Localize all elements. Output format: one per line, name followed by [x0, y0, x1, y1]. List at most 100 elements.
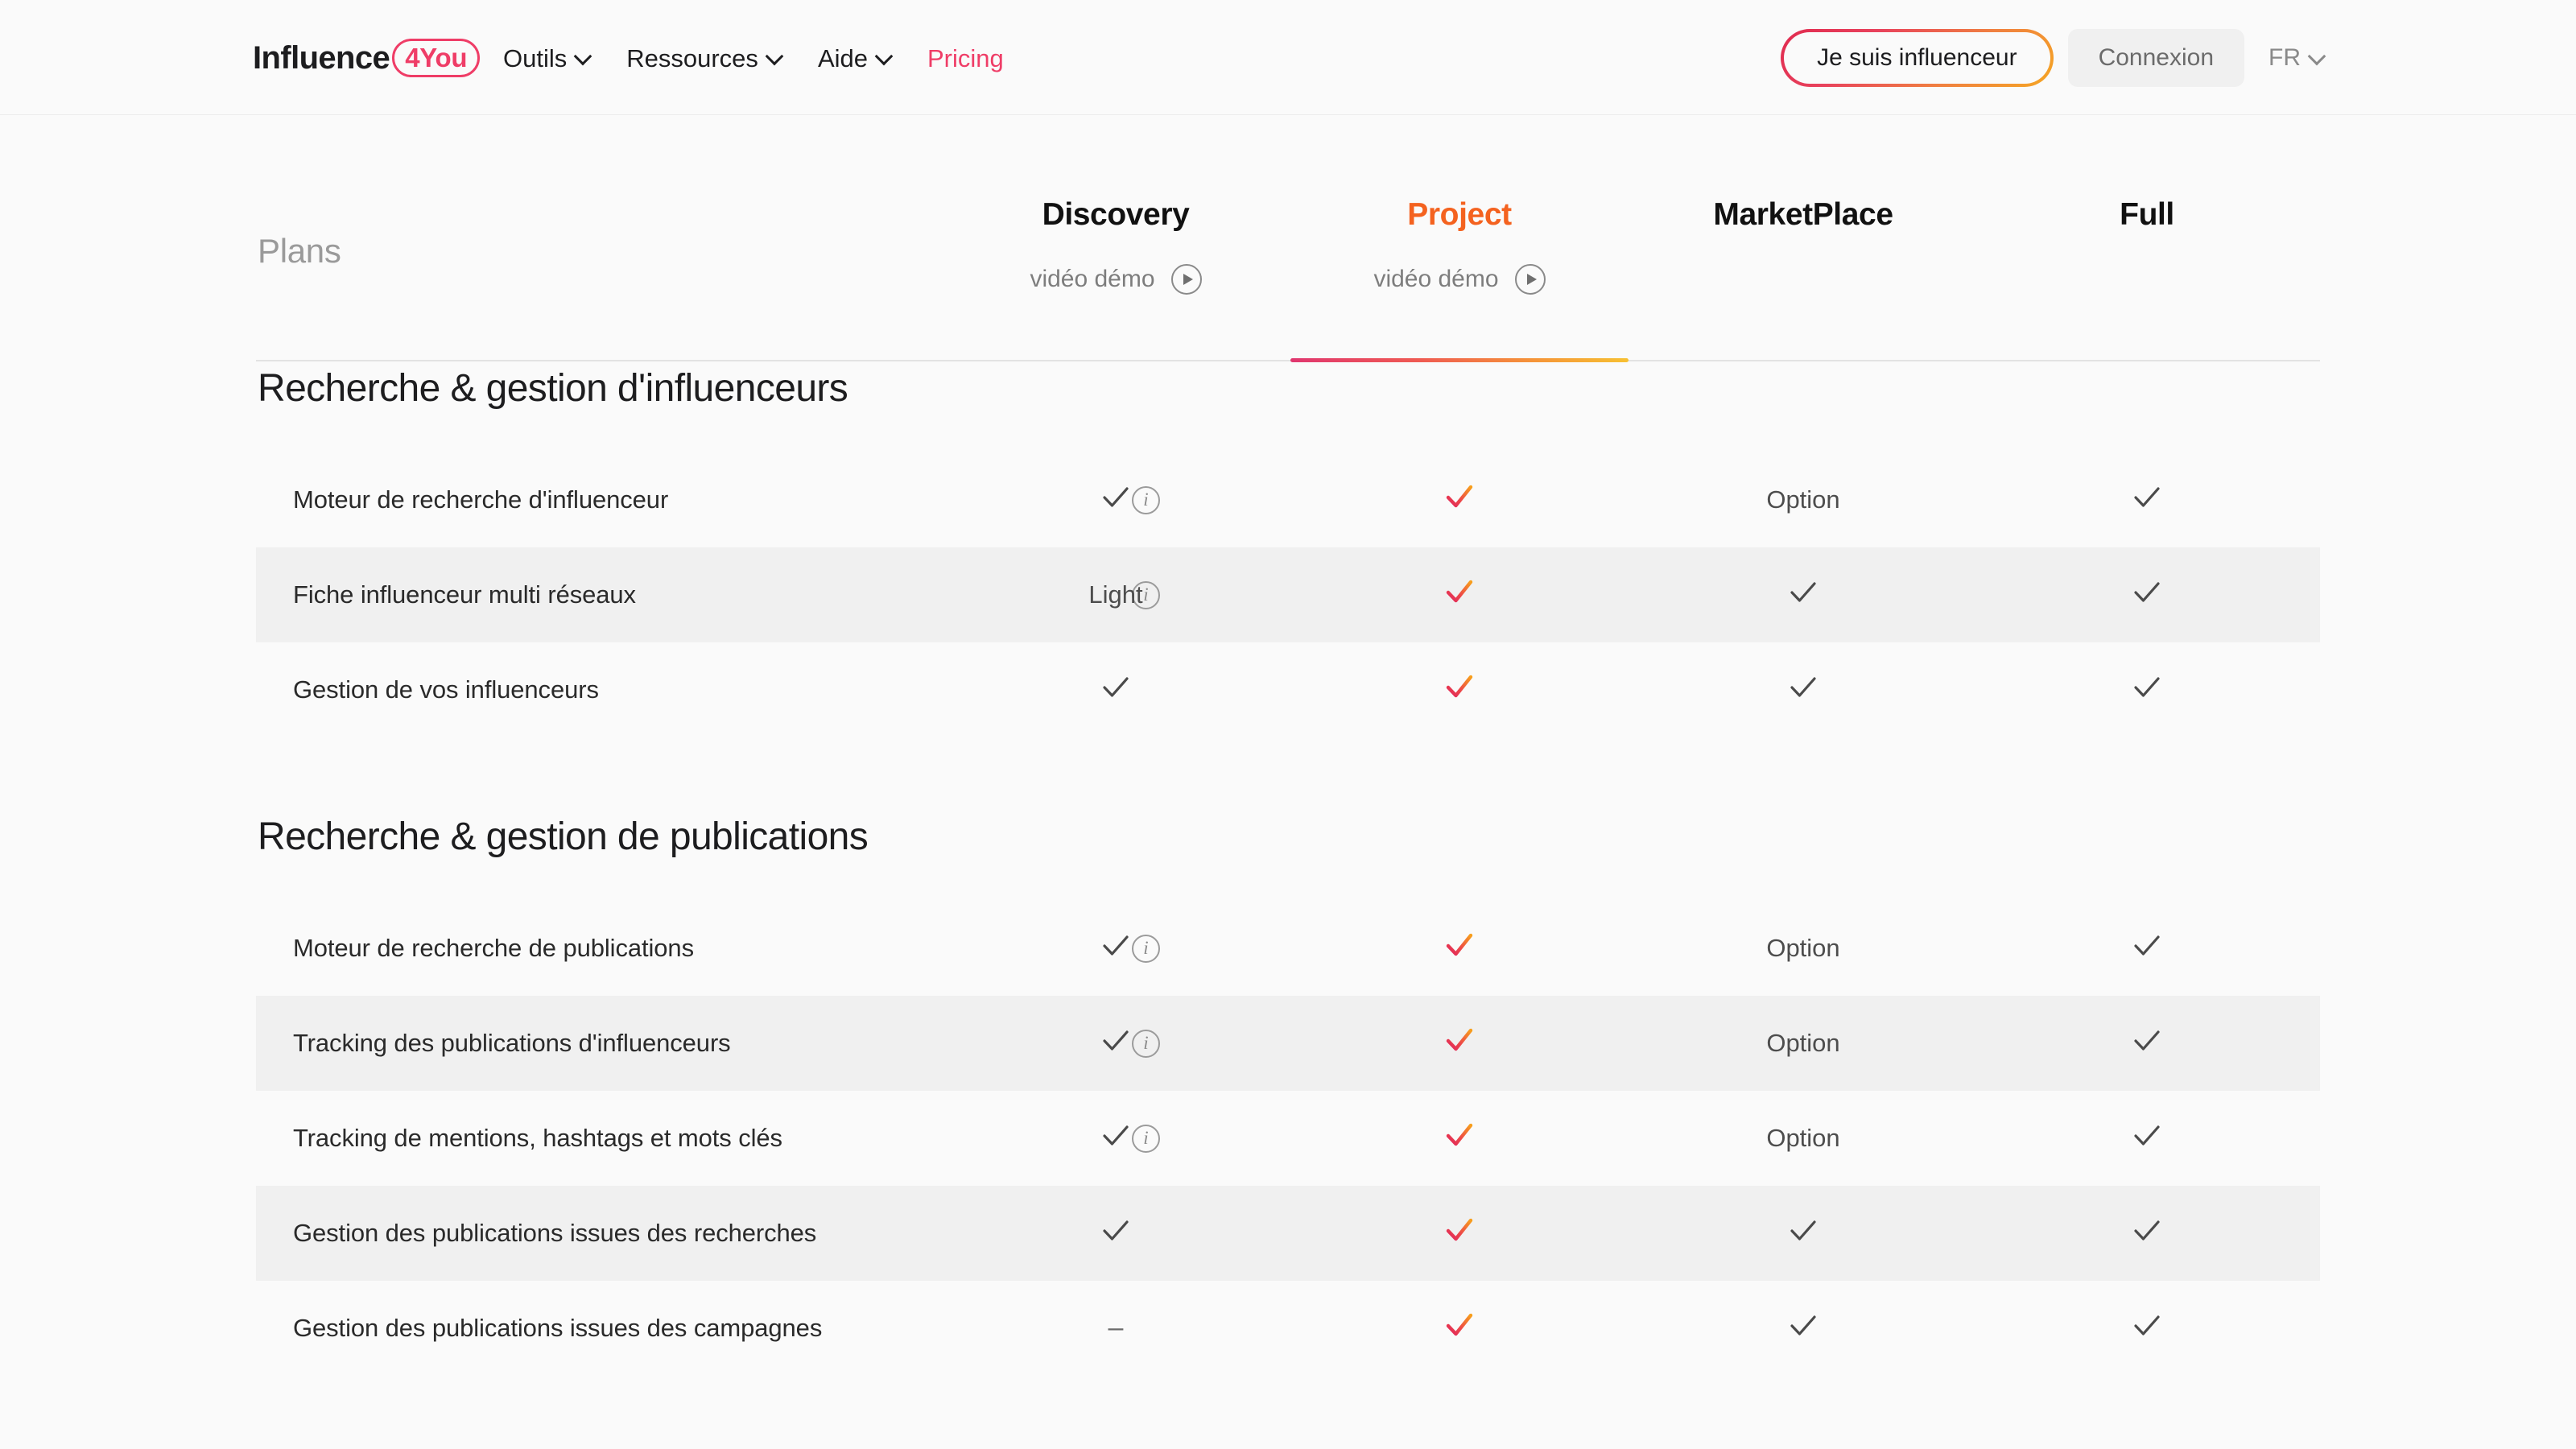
table-cell — [1978, 928, 2316, 968]
table-cell — [1978, 1118, 2316, 1158]
table-cell — [1634, 1308, 1972, 1348]
check-icon — [2130, 1213, 2164, 1247]
not-included-dash: – — [1108, 1312, 1124, 1343]
table-cell: Option — [1634, 934, 1972, 963]
table-cell — [947, 928, 1285, 968]
check-icon — [1443, 670, 1476, 704]
table-cell — [947, 670, 1285, 710]
header-actions: Je suis influenceur Connexion FR — [1781, 24, 2576, 92]
table-cell — [947, 1023, 1285, 1063]
pricing-comparison-table: Plans Discovery vidéo démo Project vidéo… — [0, 115, 2576, 1376]
check-icon — [1443, 928, 1476, 962]
plan-title: Full — [2120, 197, 2174, 232]
check-icon — [2130, 480, 2164, 514]
plan-column-project[interactable]: Project vidéo démo — [1290, 168, 1629, 295]
table-cell — [947, 1213, 1285, 1253]
feature-row-group: Moteur de recherche de publications i Opti… — [256, 901, 2320, 1376]
cell-value: Option — [1766, 485, 1840, 514]
check-icon — [2130, 670, 2164, 704]
feature-label: Moteur de recherche de publications — [293, 934, 694, 962]
check-icon — [2130, 1118, 2164, 1152]
nav-item-pricing[interactable]: Pricing — [927, 46, 1004, 71]
language-label: FR — [2268, 44, 2301, 71]
table-cell — [1290, 1023, 1629, 1063]
feature-label: Gestion des publications issues des camp… — [293, 1314, 823, 1342]
nav-item-label: Outils — [503, 43, 568, 72]
demo-video-link[interactable]: vidéo démo — [1290, 264, 1629, 295]
feature-sections: Recherche & gestion d'influenceurs Moteur… — [256, 307, 2320, 1376]
check-icon — [1786, 1308, 1820, 1342]
language-selector[interactable]: FR — [2268, 44, 2323, 72]
feature-label: Gestion de vos influenceurs — [293, 675, 599, 704]
feature-row-group: Moteur de recherche d'influenceur i Option… — [256, 452, 2320, 737]
chevron-down-icon — [2310, 49, 2323, 63]
check-icon — [1099, 1023, 1133, 1057]
check-icon — [1099, 928, 1133, 962]
chevron-down-icon — [877, 49, 890, 63]
login-button[interactable]: Connexion — [2067, 29, 2244, 87]
table-cell — [1290, 1118, 1629, 1158]
check-icon — [2130, 1308, 2164, 1342]
table-cell — [1978, 1213, 2316, 1253]
plan-column-marketplace[interactable]: MarketPlace — [1634, 168, 1972, 230]
demo-video-link[interactable]: vidéo démo — [947, 264, 1285, 295]
plan-column-discovery[interactable]: Discovery vidéo démo — [947, 168, 1285, 295]
table-row: Tracking des publications d'influenceurs… — [256, 996, 2320, 1091]
plan-title: Discovery — [1042, 197, 1190, 232]
table-cell — [1634, 1213, 1972, 1253]
check-icon — [1786, 1213, 1820, 1247]
cell-value: Light — [1088, 580, 1143, 609]
check-icon — [1443, 1118, 1476, 1152]
header-divider — [256, 360, 2320, 361]
feature-label: Tracking des publications d'influenceurs — [293, 1029, 731, 1057]
table-cell — [1290, 480, 1629, 520]
influencer-button[interactable]: Je suis influenceur — [1781, 29, 2053, 87]
table-cell: Light — [947, 580, 1285, 609]
chevron-down-icon — [767, 49, 781, 63]
nav-item-label: Aide — [817, 43, 868, 72]
plan-title: MarketPlace — [1713, 197, 1893, 232]
play-circle-icon — [1514, 264, 1546, 295]
check-icon — [1099, 1213, 1133, 1247]
demo-video-label: vidéo démo — [1373, 266, 1499, 292]
check-icon — [1443, 575, 1476, 609]
table-row: Fiche influenceur multi réseaux i Light — [256, 547, 2320, 642]
nav-item-label: Ressources — [626, 43, 758, 72]
check-icon — [1443, 480, 1476, 514]
play-circle-icon — [1170, 264, 1202, 295]
cell-value: Option — [1766, 934, 1840, 962]
plan-title: Project — [1407, 197, 1512, 232]
table-cell — [1290, 1308, 1629, 1348]
nav-item-outils[interactable]: Outils — [503, 46, 589, 71]
cell-value: Option — [1766, 1029, 1840, 1057]
cell-value: Option — [1766, 1124, 1840, 1152]
table-cell — [1290, 670, 1629, 710]
table-cell — [1634, 670, 1972, 710]
plan-column-full[interactable]: Full — [1978, 168, 2316, 230]
table-cell — [1634, 575, 1972, 615]
table-cell — [1978, 1023, 2316, 1063]
nav-item-aide[interactable]: Aide — [818, 46, 890, 71]
check-icon — [1443, 1308, 1476, 1342]
demo-video-label: vidéo démo — [1030, 266, 1155, 292]
table-cell — [1978, 480, 2316, 520]
site-header: Influence 4You Outils Ressources Aide Pr… — [0, 0, 2576, 115]
feature-label: Gestion des publications issues des rech… — [293, 1219, 817, 1247]
feature-label: Moteur de recherche d'influenceur — [293, 485, 669, 514]
table-cell: Option — [1634, 1124, 1972, 1153]
main-navigation: Outils Ressources Aide Pricing — [503, 39, 1004, 77]
check-icon — [1443, 1213, 1476, 1247]
table-row: Gestion des publications issues des camp… — [256, 1281, 2320, 1376]
check-icon — [2130, 1023, 2164, 1057]
chevron-down-icon — [576, 49, 589, 63]
feature-label: Tracking de mentions, hashtags et mots c… — [293, 1124, 782, 1152]
check-icon — [2130, 928, 2164, 962]
nav-item-ressources[interactable]: Ressources — [626, 46, 781, 71]
plans-header-row: Plans Discovery vidéo démo Project vidéo… — [256, 168, 2320, 362]
logo[interactable]: Influence 4You — [253, 35, 481, 80]
table-row: Gestion des publications issues des rech… — [256, 1186, 2320, 1281]
table-cell — [1978, 1308, 2316, 1348]
table-cell — [1290, 1213, 1629, 1253]
table-cell: Option — [1634, 485, 1972, 514]
table-cell — [947, 480, 1285, 520]
